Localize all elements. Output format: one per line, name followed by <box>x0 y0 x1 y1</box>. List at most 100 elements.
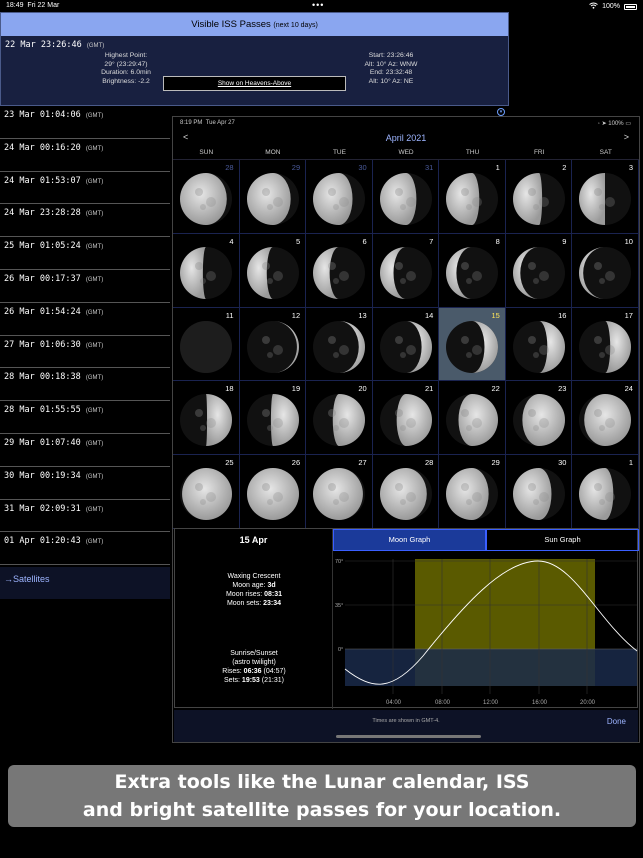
calendar-day[interactable]: 28 <box>173 160 240 234</box>
calendar-day[interactable]: 16 <box>505 307 573 382</box>
moon-phase-icon <box>246 468 299 521</box>
pass-tz: (GMT) <box>85 440 104 447</box>
moon-phase-icon <box>512 394 565 447</box>
calendar-day[interactable]: 17 <box>572 307 639 382</box>
calendar-day[interactable]: 21 <box>372 381 440 456</box>
below-horizon-area <box>345 649 637 686</box>
tab-moon-graph[interactable]: Moon Graph <box>333 529 486 551</box>
day-number: 12 <box>291 310 301 320</box>
day-number: 24 <box>624 384 633 394</box>
calendar-day[interactable]: 1 <box>439 160 506 234</box>
calendar-day[interactable]: 1 <box>572 455 639 529</box>
day-number: 21 <box>424 384 434 394</box>
promo-caption: Extra tools like the Lunar calendar, ISS… <box>8 765 636 827</box>
calendar-day[interactable]: 12 <box>239 307 307 382</box>
next-month-button[interactable]: > <box>624 132 629 142</box>
pass-row[interactable]: 27 Mar 01:06:30 (GMT) <box>0 336 170 369</box>
x-label-1200: 12:00 <box>483 700 499 706</box>
satellites-link[interactable]: →Satellites <box>0 567 170 599</box>
calendar-day[interactable]: 3 <box>572 160 639 234</box>
moon-phase-icon <box>246 246 299 299</box>
show-on-heavens-above-button[interactable]: Show on Heavens-Above <box>163 76 346 91</box>
day-number: 1 <box>495 163 500 172</box>
calendar-day[interactable]: 2 <box>505 160 573 234</box>
calendar-day[interactable]: 19 <box>239 381 307 456</box>
day-number: 15 <box>491 310 500 320</box>
pass-datetime: 28 Mar 00:18:38 <box>4 372 81 383</box>
calendar-day[interactable]: 8 <box>439 233 506 308</box>
pass-row[interactable]: 30 Mar 00:19:34 (GMT) <box>0 467 170 500</box>
calendar-day[interactable]: 14 <box>372 307 440 382</box>
calendar-day-selected[interactable]: 15 <box>439 307 506 382</box>
pass-datetime: 31 Mar 02:09:31 <box>4 503 81 514</box>
calendar-day[interactable]: 20 <box>306 381 373 456</box>
calendar-day[interactable]: 31 <box>372 160 440 234</box>
calendar-day[interactable]: 7 <box>372 233 440 308</box>
calendar-day[interactable]: 23 <box>505 381 573 456</box>
pass-row[interactable]: 28 Mar 01:55:55 (GMT) <box>0 401 170 434</box>
day-number: 31 <box>424 163 434 172</box>
moon-phase-icon <box>446 246 499 299</box>
day-number: 30 <box>558 458 567 468</box>
pass-row[interactable]: 26 Mar 00:17:37 (GMT) <box>0 270 170 303</box>
moon-phase-icon <box>579 468 632 521</box>
day-number: 16 <box>558 310 567 320</box>
pass-datetime: 24 Mar 01:53:07 <box>4 175 81 186</box>
pass-row[interactable]: 31 Mar 02:09:31 (GMT) <box>0 500 170 533</box>
calendar-day[interactable]: 29 <box>439 455 506 529</box>
calendar-day[interactable]: 30 <box>505 455 573 529</box>
calendar-day[interactable]: 5 <box>239 233 307 308</box>
calendar-day[interactable]: 18 <box>173 381 240 456</box>
pass-row[interactable]: 01 Apr 01:20:43 (GMT) <box>0 532 170 566</box>
calendar-day[interactable]: 13 <box>306 307 373 382</box>
calendar-day[interactable]: 11 <box>173 307 240 382</box>
day-number: 6 <box>362 236 367 246</box>
status-right: 100% <box>589 2 637 11</box>
pass-tz: (GMT) <box>85 506 104 513</box>
pass-row[interactable]: 24 Mar 01:53:07 (GMT) <box>0 172 170 205</box>
iss-passes-panel: Visible ISS Passes (next 10 days) 22 Mar… <box>0 12 509 106</box>
day-number: 28 <box>424 458 434 468</box>
calendar-day[interactable]: 22 <box>439 381 506 456</box>
calendar-day[interactable]: 30 <box>306 160 373 234</box>
pass-row[interactable]: 23 Mar 01:04:06 (GMT) <box>0 106 170 139</box>
pass-row[interactable]: 25 Mar 01:05:24 (GMT) <box>0 237 170 270</box>
day-number: 23 <box>558 384 567 394</box>
calendar-day[interactable]: 6 <box>306 233 373 308</box>
calendar-day[interactable]: 9 <box>505 233 573 308</box>
moon-phase-icon <box>446 394 499 447</box>
calendar-day[interactable]: 24 <box>572 381 639 456</box>
calendar-day[interactable]: 10 <box>572 233 639 308</box>
day-number: 17 <box>624 310 633 320</box>
pass-row[interactable]: 29 Mar 01:07:40 (GMT) <box>0 434 170 467</box>
iss-first-pass[interactable]: 22 Mar 23:26:46 (GMT) Highest Point: 29°… <box>1 36 508 106</box>
day-info: 15 Apr Waxing Crescent Moon age: 3d Moon… <box>175 529 333 709</box>
chevron-down-icon[interactable]: ▾ <box>497 108 505 116</box>
done-button[interactable]: Done <box>607 717 626 726</box>
calendar-day[interactable]: 28 <box>372 455 440 529</box>
calendar-day[interactable]: 29 <box>239 160 307 234</box>
moon-phase-icon <box>180 246 232 299</box>
pass-row[interactable]: 28 Mar 00:18:38 (GMT) <box>0 368 170 402</box>
day-number: 29 <box>291 163 301 172</box>
calendar-day[interactable]: 26 <box>239 455 307 529</box>
moon-phase-icon <box>446 173 499 225</box>
pass-tz: (GMT) <box>85 113 104 119</box>
pass-row[interactable]: 26 Mar 01:54:24 (GMT) <box>0 303 170 336</box>
tab-sun-graph[interactable]: Sun Graph <box>486 529 639 551</box>
moon-phase-grid: 28 29 30 31 1 2 3 4 5 6 7 8 9 10 11 12 13 14 15 16 17 18 19 20 2… <box>173 160 639 529</box>
pass-row[interactable]: 24 Mar 23:28:28 (GMT) <box>0 204 170 238</box>
multitask-dots-icon[interactable]: ••• <box>312 0 324 10</box>
graph-tabs: Moon Graph Sun Graph <box>333 529 639 551</box>
calendar-day[interactable]: 4 <box>173 233 240 308</box>
pass-row[interactable]: 24 Mar 00:16:20 (GMT) <box>0 139 170 172</box>
moon-phase-icon <box>313 468 366 521</box>
moon-phase-icon <box>180 394 232 447</box>
pass-datetime: 26 Mar 01:54:24 <box>4 306 81 317</box>
calendar-day[interactable]: 27 <box>306 455 373 529</box>
wifi-icon <box>589 2 598 11</box>
moon-phase-icon <box>246 173 299 225</box>
day-number: 19 <box>291 384 301 394</box>
moon-info: Waxing Crescent Moon age: 3d Moon rises:… <box>225 573 283 607</box>
calendar-day[interactable]: 25 <box>173 455 240 529</box>
